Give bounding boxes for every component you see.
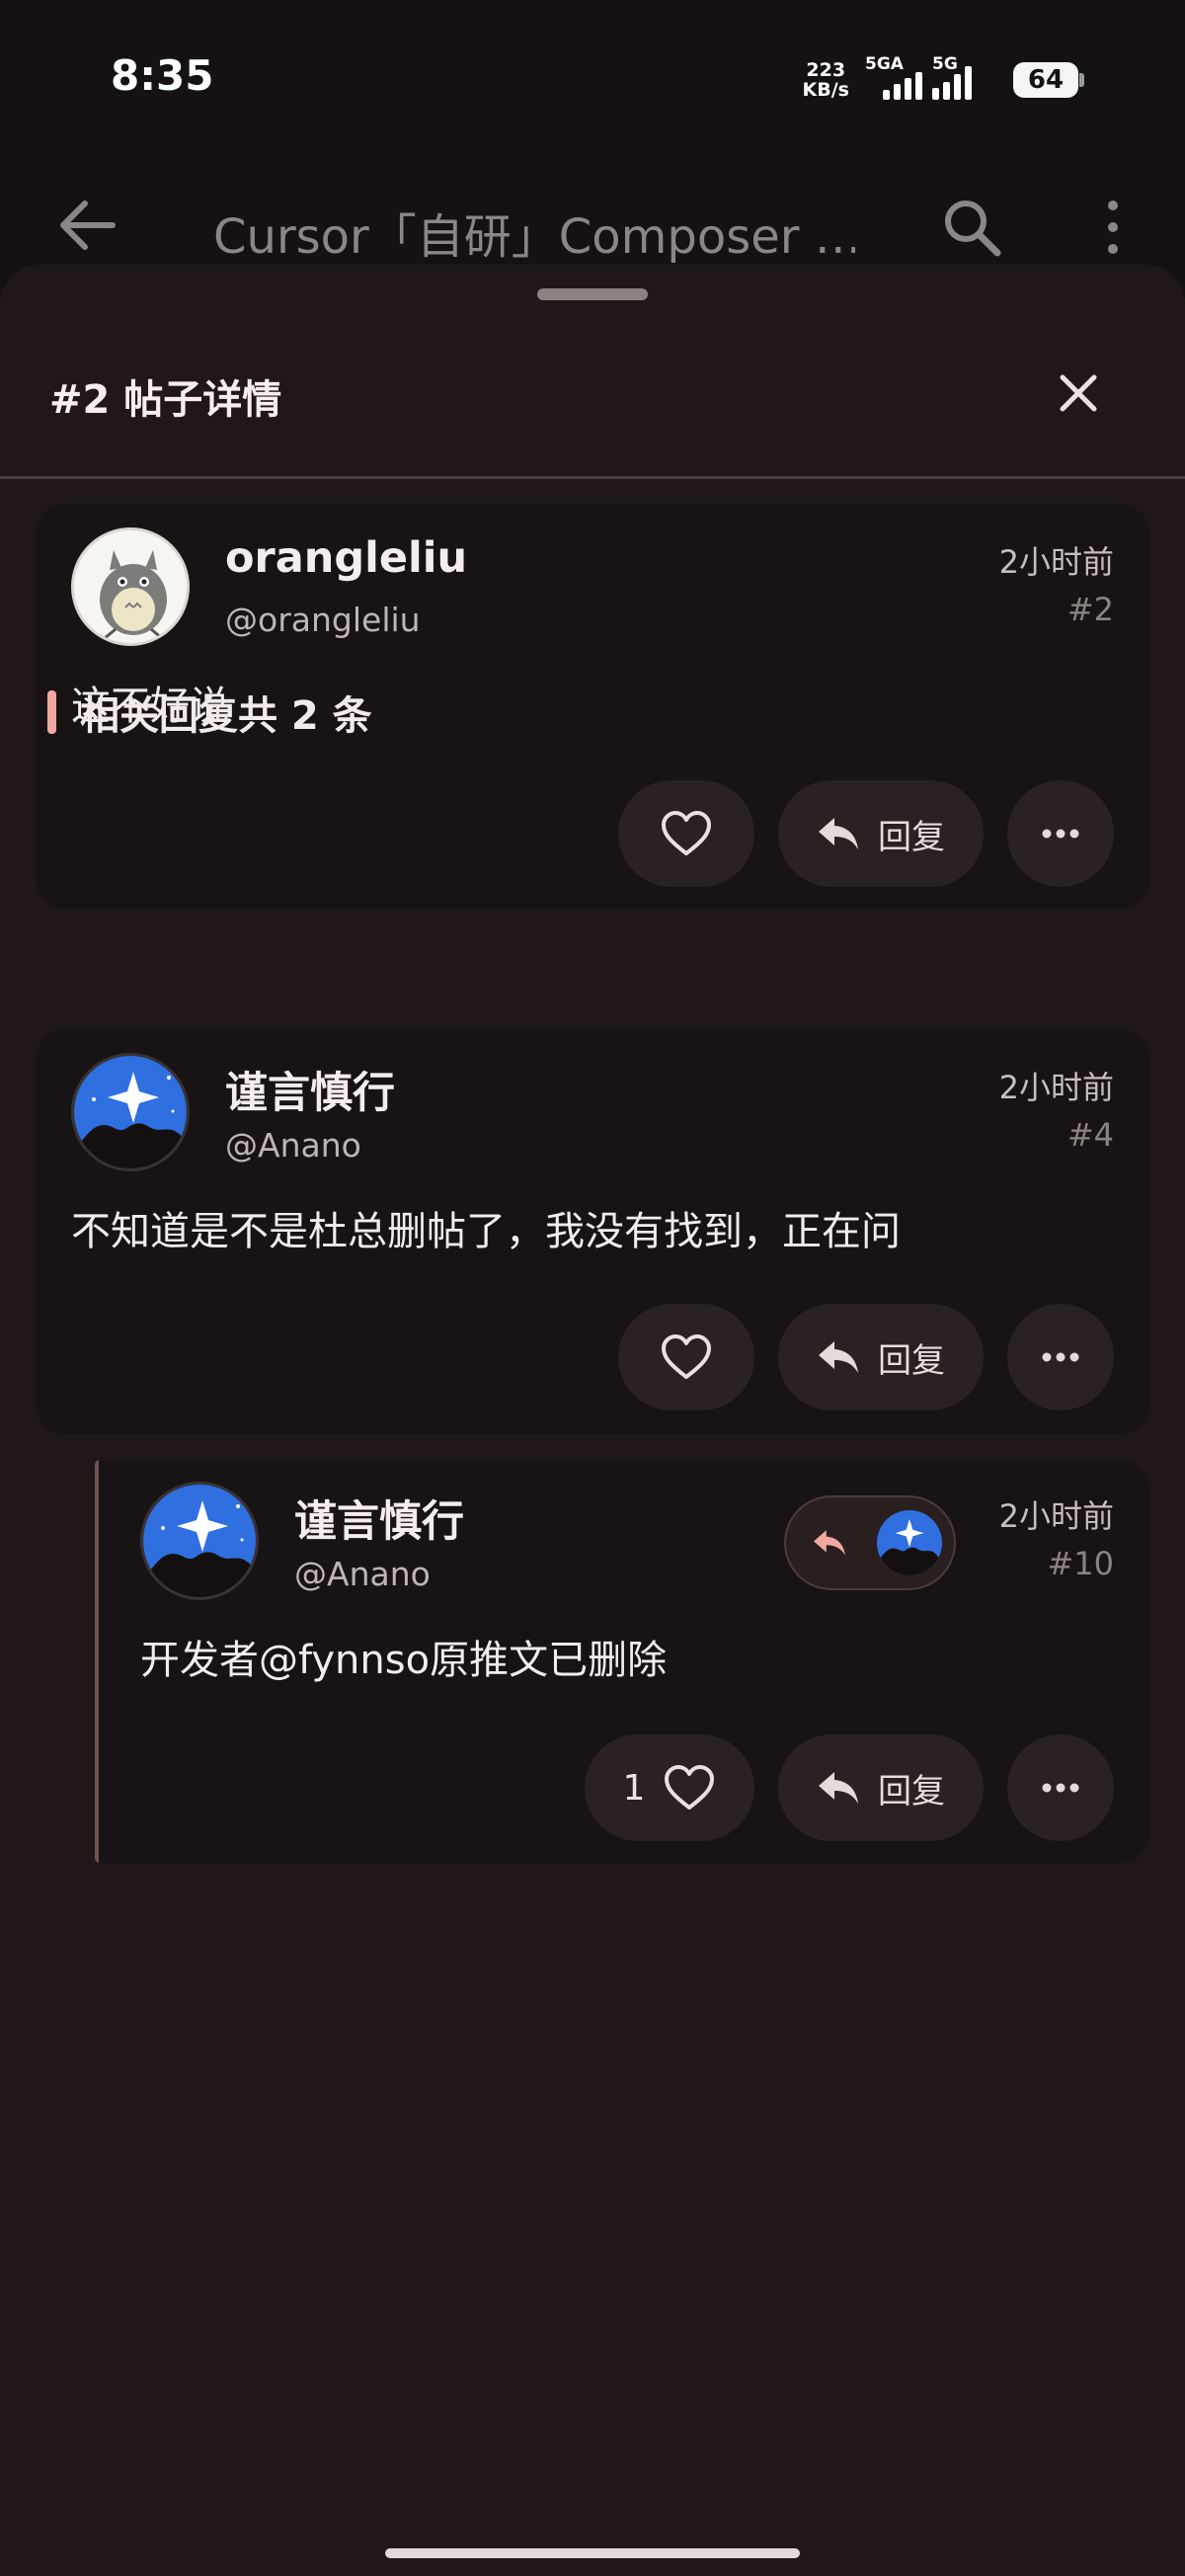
avatar[interactable] xyxy=(71,1053,190,1171)
like-button[interactable]: 1 xyxy=(585,1734,754,1841)
author-handle: @orangleliu xyxy=(225,601,421,639)
close-button[interactable] xyxy=(1053,367,1104,419)
section-accent-bar xyxy=(47,690,56,734)
more-horizontal-icon xyxy=(1042,1783,1079,1793)
reply-card: 谨言慎行 @Anano 2小时前 #4 不知道是不是杜总删帖了，我没有找到，正在… xyxy=(36,1029,1149,1434)
reply-arrow-icon xyxy=(819,1341,858,1373)
back-button[interactable] xyxy=(51,194,120,257)
battery-level: 64 xyxy=(1027,65,1065,95)
post-floor: #4 xyxy=(1066,1116,1114,1154)
author-handle: @Anano xyxy=(225,1126,361,1165)
post-time: 2小时前 xyxy=(998,543,1114,581)
reply-button[interactable]: 回复 xyxy=(778,1304,984,1410)
reply-label: 回复 xyxy=(878,1771,945,1811)
signal-5g-label: 5G xyxy=(932,54,958,74)
reply-button[interactable]: 回复 xyxy=(778,1734,984,1841)
status-time: 8:35 xyxy=(111,51,214,100)
signal-5g-icon: 5G xyxy=(932,54,993,100)
more-vertical-icon xyxy=(1108,201,1118,254)
more-button[interactable] xyxy=(1007,780,1114,887)
reply-label: 回复 xyxy=(878,1340,945,1381)
author-name[interactable]: 谨言慎行 xyxy=(294,1488,464,1549)
related-replies-header: 相关回复共 2 条 xyxy=(47,687,372,739)
author-name[interactable]: orangleliu xyxy=(225,533,467,583)
reply-target-avatar xyxy=(877,1510,942,1575)
more-horizontal-icon xyxy=(1042,1352,1079,1362)
reply-arrow-icon xyxy=(819,1772,858,1804)
drag-handle[interactable] xyxy=(537,288,648,300)
post-time: 2小时前 xyxy=(998,1497,1114,1535)
sheet-title: #2 帖子详情 xyxy=(49,377,282,423)
sparkle-mountain-avatar-icon xyxy=(143,1485,256,1597)
post-body: 不知道是不是杜总删帖了，我没有找到，正在问 xyxy=(71,1209,901,1254)
heart-icon xyxy=(662,811,711,855)
totoro-avatar-icon xyxy=(100,550,167,641)
more-button[interactable] xyxy=(1007,1734,1114,1841)
network-speed-value: 223 xyxy=(806,59,846,81)
reply-arrow-icon xyxy=(814,1530,845,1556)
avatar[interactable] xyxy=(71,527,190,646)
search-button[interactable] xyxy=(938,194,1007,263)
post-time: 2小时前 xyxy=(998,1069,1114,1106)
app-bar-title: Cursor「自研」Composer … xyxy=(213,209,855,265)
reply-button[interactable]: 回复 xyxy=(778,780,984,887)
status-bar: 8:35 223 KB/s 5GA 5G 64 xyxy=(0,0,1185,158)
like-count: 1 xyxy=(622,1767,646,1809)
signal-5ga-icon: 5GA xyxy=(865,54,922,100)
header-divider xyxy=(0,476,1185,479)
author-handle: @Anano xyxy=(294,1555,431,1593)
post-floor: #2 xyxy=(1066,591,1114,628)
signal-5ga-label: 5GA xyxy=(865,54,904,74)
post-body: 开发者@fynnso原推文已删除 xyxy=(140,1638,668,1683)
back-arrow-icon xyxy=(60,201,116,250)
status-indicators: 223 KB/s 5GA 5G 64 xyxy=(803,54,1084,105)
like-button[interactable] xyxy=(618,780,754,887)
sparkle-mountain-avatar-icon xyxy=(877,1510,942,1575)
sparkle-mountain-avatar-icon xyxy=(74,1056,187,1168)
reply-to-chip[interactable] xyxy=(784,1495,956,1590)
network-speed-unit: KB/s xyxy=(802,79,849,101)
post-floor: #10 xyxy=(1047,1545,1114,1582)
author-name[interactable]: 谨言慎行 xyxy=(225,1059,395,1120)
heart-icon xyxy=(665,1765,715,1810)
nested-reply-card: 谨言慎行 @Anano 2小时前 #10 开发者@fynnso原推文已删除 1 … xyxy=(99,1460,1149,1863)
like-button[interactable] xyxy=(618,1304,754,1410)
avatar[interactable] xyxy=(140,1482,259,1600)
more-horizontal-icon xyxy=(1042,829,1079,839)
battery-icon: 64 xyxy=(1013,62,1084,98)
close-icon xyxy=(1060,374,1097,412)
home-indicator[interactable] xyxy=(385,2548,800,2558)
network-speed: 223 KB/s xyxy=(803,60,849,100)
heart-icon xyxy=(662,1334,711,1379)
section-title: 相关回复共 2 条 xyxy=(80,693,372,739)
reply-arrow-icon xyxy=(819,818,858,849)
more-options-button[interactable] xyxy=(1098,198,1128,257)
more-button[interactable] xyxy=(1007,1304,1114,1410)
search-icon xyxy=(945,201,1001,257)
reply-label: 回复 xyxy=(878,817,945,857)
